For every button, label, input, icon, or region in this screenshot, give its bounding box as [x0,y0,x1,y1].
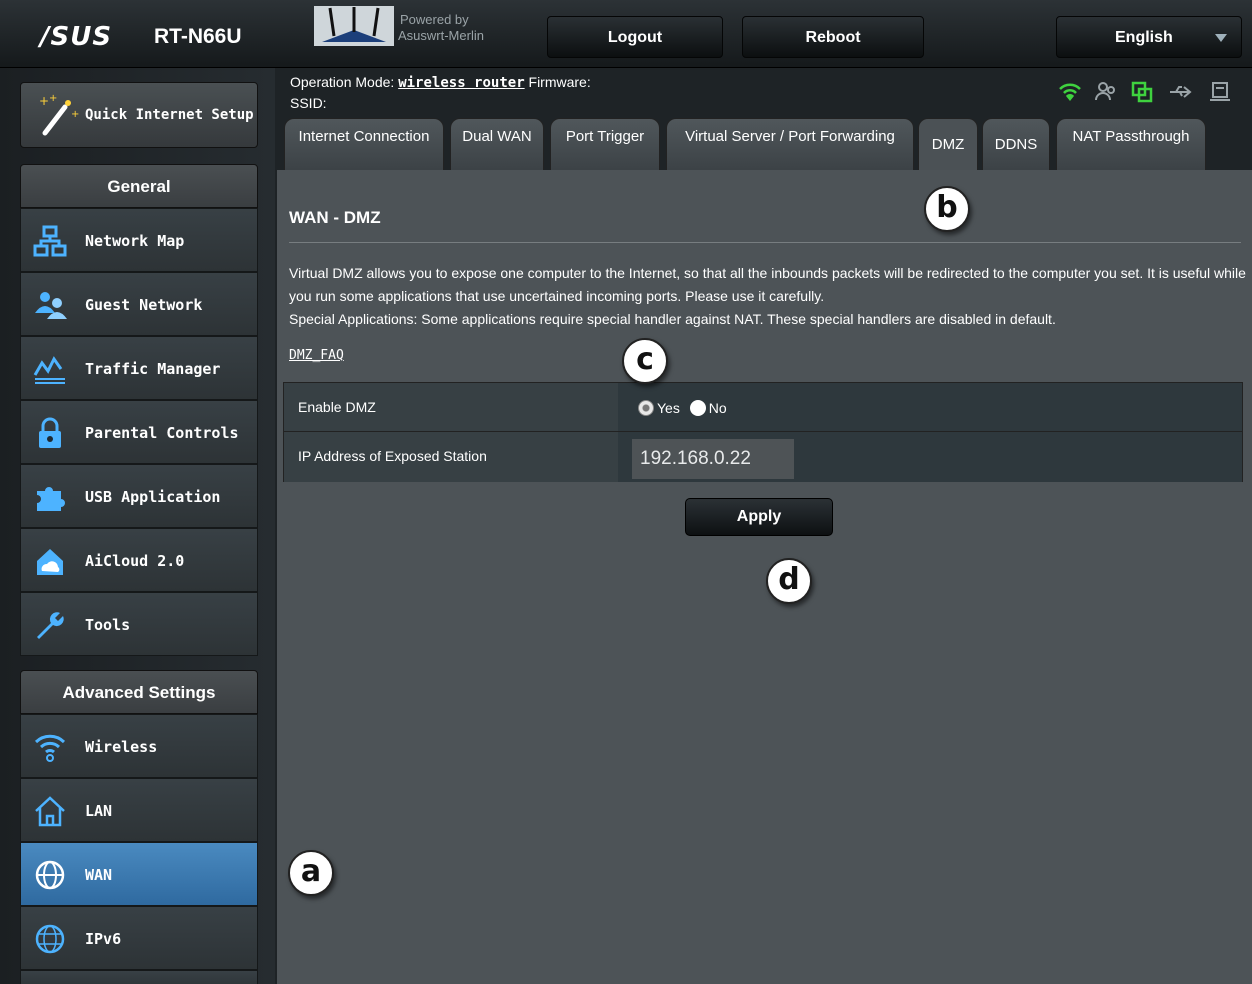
top-bar: /SUS RT-N66U Powered by Asuswrt-Merlin L… [0,0,1252,68]
tab-ddns[interactable]: DDNS [982,118,1050,170]
dmz-panel: WAN - DMZ Virtual DMZ allows you to expo… [277,170,1252,984]
sidebar-item-ipv6[interactable]: IPv6 [20,906,258,970]
exposed-station-row: IP Address of Exposed Station [284,432,1242,482]
powered-by: Powered by Asuswrt-Merlin [398,12,484,44]
sidebar-item-usb-application[interactable]: USB Application [20,464,258,528]
quick-internet-setup-label: Quick Internet Setup [85,107,254,123]
sidebar-item-label: IPv6 [85,930,122,948]
house-icon [35,796,65,827]
tab-nat-passthrough[interactable]: NAT Passthrough [1056,118,1206,170]
sidebar-item-label: Network Map [85,232,185,250]
callout-c: c [622,338,668,384]
sidebar-item-label: Traffic Manager [85,360,221,378]
reboot-button[interactable]: Reboot [742,16,924,58]
sidebar-item-label: WAN [85,866,113,884]
sidebar-item-more[interactable] [20,970,258,984]
network-map-icon [33,225,67,257]
router-model: RT-N66U [154,25,242,48]
guest-network-icon [35,292,67,319]
svg-text:+: + [39,94,49,108]
sidebar-item-label: Wireless [85,738,158,756]
enable-dmz-radio-group: Yes No [638,399,733,417]
divider [289,242,1241,243]
quick-internet-setup-button[interactable]: + + + Quick Internet Setup [20,82,258,148]
printer-icon[interactable] [1208,80,1232,104]
sidebar-item-label: Tools [85,616,131,634]
sidebar-item-label: Parental Controls [85,424,239,442]
sidebar-item-lan[interactable]: LAN [20,778,258,842]
no-label: No [708,400,727,417]
enable-dmz-cell: Yes No [618,383,1242,431]
dmz-faq-link[interactable]: DMZ_FAQ [289,348,344,363]
magic-wand-icon: + + + [39,93,79,136]
copy-icon[interactable] [1130,80,1154,104]
puzzle-icon [37,487,65,511]
language-select[interactable]: English [1056,16,1242,58]
sidebar-item-label: Guest Network [85,296,203,314]
sidebar-item-guest-network[interactable]: Guest Network [20,272,258,336]
sidebar-item-label: USB Application [85,488,221,506]
exposed-station-label: IP Address of Exposed Station [284,432,618,482]
tab-port-trigger[interactable]: Port Trigger [550,118,660,170]
tab-internet-connection[interactable]: Internet Connection [284,118,444,170]
lock-icon [39,417,61,448]
logout-button[interactable]: Logout [547,16,723,58]
wrench-icon [37,612,64,639]
callout-b: b [924,186,970,232]
yes-label: Yes [657,400,680,417]
description: Virtual DMZ allows you to expose one com… [289,262,1249,331]
ssid-label: SSID: [290,95,327,111]
wifi-icon[interactable] [1058,80,1082,104]
description-paragraph: Virtual DMZ allows you to expose one com… [289,265,1246,304]
sidebar: + + + Quick Internet Setup General Netwo… [0,68,275,984]
operation-mode-label: Operation Mode: [290,74,395,90]
operation-status: Operation Mode: wireless router Firmware… [290,72,591,113]
sidebar-item-label: LAN [85,802,113,820]
asus-logo: /SUS [40,22,113,52]
sidebar-item-wireless[interactable]: Wireless [20,714,258,778]
advanced-settings-section-title: Advanced Settings [20,670,258,714]
tab-virtual-server[interactable]: Virtual Server / Port Forwarding [666,118,914,170]
cloud-home-icon [37,549,63,575]
tab-dmz[interactable]: DMZ [918,118,978,170]
page-title: WAN - DMZ [289,208,381,227]
exposed-station-ip-input[interactable] [632,439,794,479]
sidebar-item-network-map[interactable]: Network Map [20,208,258,272]
traffic-manager-icon [33,356,65,384]
operation-mode-link[interactable]: wireless router [398,75,524,91]
enable-dmz-row: Enable DMZ Yes No [284,383,1242,432]
firmware-name: Asuswrt-Merlin [398,28,484,43]
sidebar-item-wan[interactable]: WAN [20,842,258,906]
exposed-station-cell [618,432,1242,482]
users-icon[interactable] [1094,80,1118,104]
apply-button[interactable]: Apply [685,498,833,536]
sidebar-item-aicloud[interactable]: AiCloud 2.0 [20,528,258,592]
sidebar-item-traffic-manager[interactable]: Traffic Manager [20,336,258,400]
callout-a: a [288,850,334,896]
powered-by-label: Powered by [400,12,469,27]
enable-dmz-label: Enable DMZ [284,383,618,431]
svg-text:+: + [49,93,57,104]
router-image-icon [314,6,394,46]
caret-down-icon [1215,34,1227,42]
sidebar-item-tools[interactable]: Tools [20,592,258,656]
wifi-icon [34,734,66,762]
language-value: English [1115,29,1173,46]
dmz-settings-table: Enable DMZ Yes No IP Address of Exposed … [283,382,1243,482]
svg-text:+: + [71,109,79,120]
enable-dmz-no-radio[interactable] [689,400,706,417]
sidebar-item-parental-controls[interactable]: Parental Controls [20,400,258,464]
description-special-applications: Special Applications: Some applications … [289,311,1056,327]
usb-icon[interactable] [1168,80,1192,104]
callout-d: d [766,558,812,604]
enable-dmz-yes-radio[interactable] [638,400,654,417]
ipv6-globe-icon [35,924,65,954]
firmware-label: Firmware: [528,74,591,90]
general-section-title: General [20,164,258,208]
tab-dual-wan[interactable]: Dual WAN [450,118,544,170]
status-icons [1058,80,1238,104]
globe-icon [35,860,65,890]
sidebar-item-label: AiCloud 2.0 [85,552,185,570]
